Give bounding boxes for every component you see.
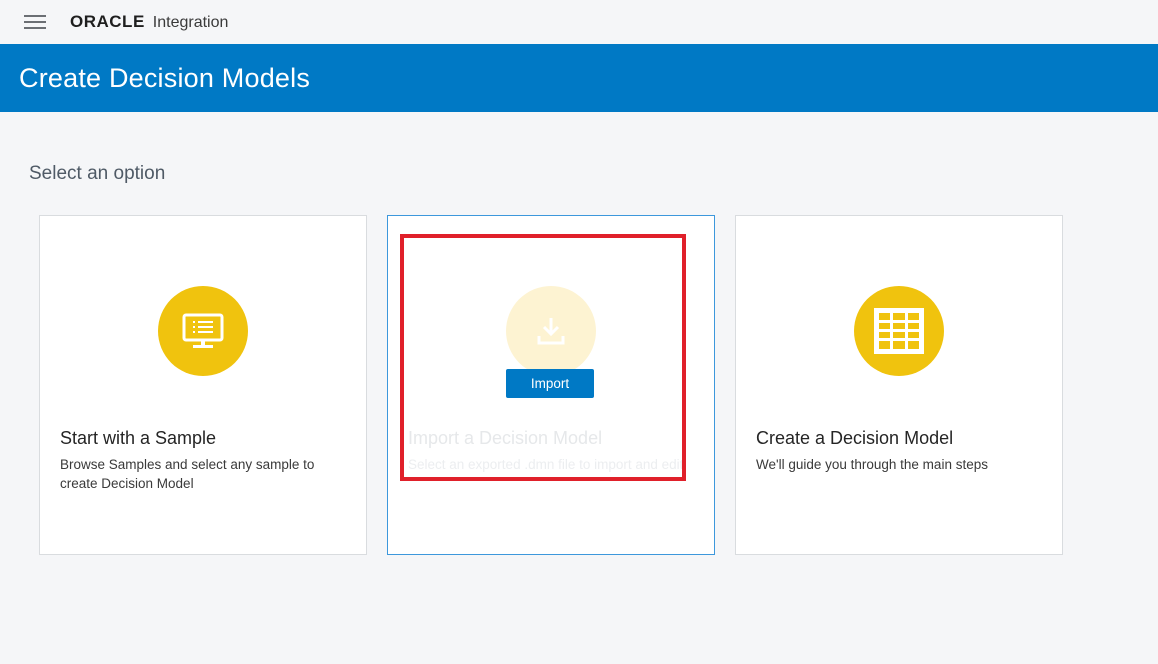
top-bar: ORACLE Integration — [0, 0, 1158, 44]
page-banner: Create Decision Models — [0, 44, 1158, 112]
card-start-with-sample[interactable]: Start with a Sample Browse Samples and s… — [39, 215, 367, 555]
page-title: Create Decision Models — [19, 63, 311, 93]
oracle-logo: ORACLE — [70, 12, 145, 31]
monitor-list-icon — [158, 286, 248, 376]
card-description: We'll guide you through the main steps — [756, 457, 988, 472]
hamburger-menu-icon[interactable] — [24, 15, 46, 31]
card-title: Start with a Sample — [60, 428, 217, 448]
table-grid-icon — [854, 286, 944, 376]
card-description: Browse Samples and select any sample to … — [60, 457, 315, 491]
section-subtitle: Select an option — [29, 163, 166, 184]
card-title: Import a Decision Model — [408, 428, 603, 448]
card-create-decision-model[interactable]: Create a Decision Model We'll guide you … — [735, 215, 1063, 555]
card-description: Select an exported .dmn file to import a… — [408, 457, 684, 472]
download-icon — [506, 286, 596, 376]
product-name: Integration — [152, 14, 229, 31]
card-import-decision-model[interactable]: Import Import a Decision Model Select an… — [387, 215, 715, 555]
card-title: Create a Decision Model — [756, 428, 954, 448]
import-button[interactable]: Import — [506, 369, 594, 398]
brand: ORACLE Integration — [70, 12, 228, 34]
